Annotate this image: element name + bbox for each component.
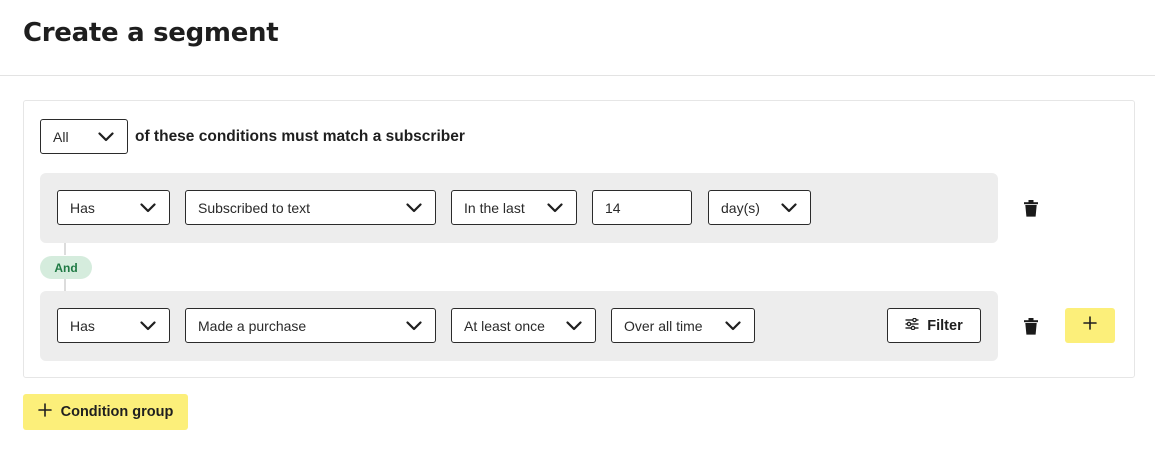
condition-has-select[interactable]: Has xyxy=(57,190,170,225)
condition-event-value: Subscribed to text xyxy=(198,199,311,216)
condition-frequency-value: At least once xyxy=(464,317,545,334)
condition-has-select[interactable]: Has xyxy=(57,308,170,343)
condition-range-value: Over all time xyxy=(624,317,703,334)
condition-event-select[interactable]: Made a purchase xyxy=(185,308,436,343)
condition-unit-value: day(s) xyxy=(721,199,760,216)
add-condition-button[interactable] xyxy=(1065,308,1115,343)
chevron-down-icon xyxy=(725,320,741,331)
condition-has-value: Has xyxy=(70,317,95,334)
trash-icon[interactable] xyxy=(1021,198,1041,218)
chevron-down-icon xyxy=(547,202,563,213)
condition-row-1: Has Subscribed to text In the last day(s… xyxy=(40,173,998,243)
add-condition-group-button[interactable]: Condition group xyxy=(23,394,188,430)
add-condition-group-label: Condition group xyxy=(60,404,174,420)
chevron-down-icon xyxy=(406,202,422,213)
page-header: Create a segment xyxy=(0,0,1155,76)
and-connector-badge: And xyxy=(40,256,92,279)
connector-line xyxy=(64,242,66,255)
condition-has-value: Has xyxy=(70,199,95,216)
filter-button[interactable]: Filter xyxy=(887,308,981,343)
page-title: Create a segment xyxy=(23,18,279,48)
chevron-down-icon xyxy=(566,320,582,331)
chevron-down-icon xyxy=(140,202,156,213)
condition-timeframe-select[interactable]: In the last xyxy=(451,190,577,225)
chevron-down-icon xyxy=(781,202,797,213)
connector-line xyxy=(64,279,66,291)
segment-conditions-card: All of these conditions must match a sub… xyxy=(23,100,1135,378)
condition-event-value: Made a purchase xyxy=(198,317,307,334)
plus-icon xyxy=(37,403,52,421)
chevron-down-icon xyxy=(98,131,114,142)
condition-amount-input[interactable] xyxy=(592,190,692,225)
condition-frequency-select[interactable]: At least once xyxy=(451,308,596,343)
condition-timeframe-value: In the last xyxy=(464,199,525,216)
sliders-icon xyxy=(905,317,919,334)
condition-event-select[interactable]: Subscribed to text xyxy=(185,190,436,225)
chevron-down-icon xyxy=(406,320,422,331)
chevron-down-icon xyxy=(140,320,156,331)
condition-row-2: Has Made a purchase At least once Over a… xyxy=(40,291,998,361)
condition-unit-select[interactable]: day(s) xyxy=(708,190,811,225)
match-quantifier-value: All xyxy=(53,128,69,145)
trash-icon[interactable] xyxy=(1021,316,1041,336)
match-quantifier-select[interactable]: All xyxy=(40,119,128,154)
match-description: of these conditions must match a subscri… xyxy=(135,128,465,145)
plus-icon xyxy=(1083,316,1097,335)
condition-range-select[interactable]: Over all time xyxy=(611,308,755,343)
filter-button-label: Filter xyxy=(927,317,963,334)
